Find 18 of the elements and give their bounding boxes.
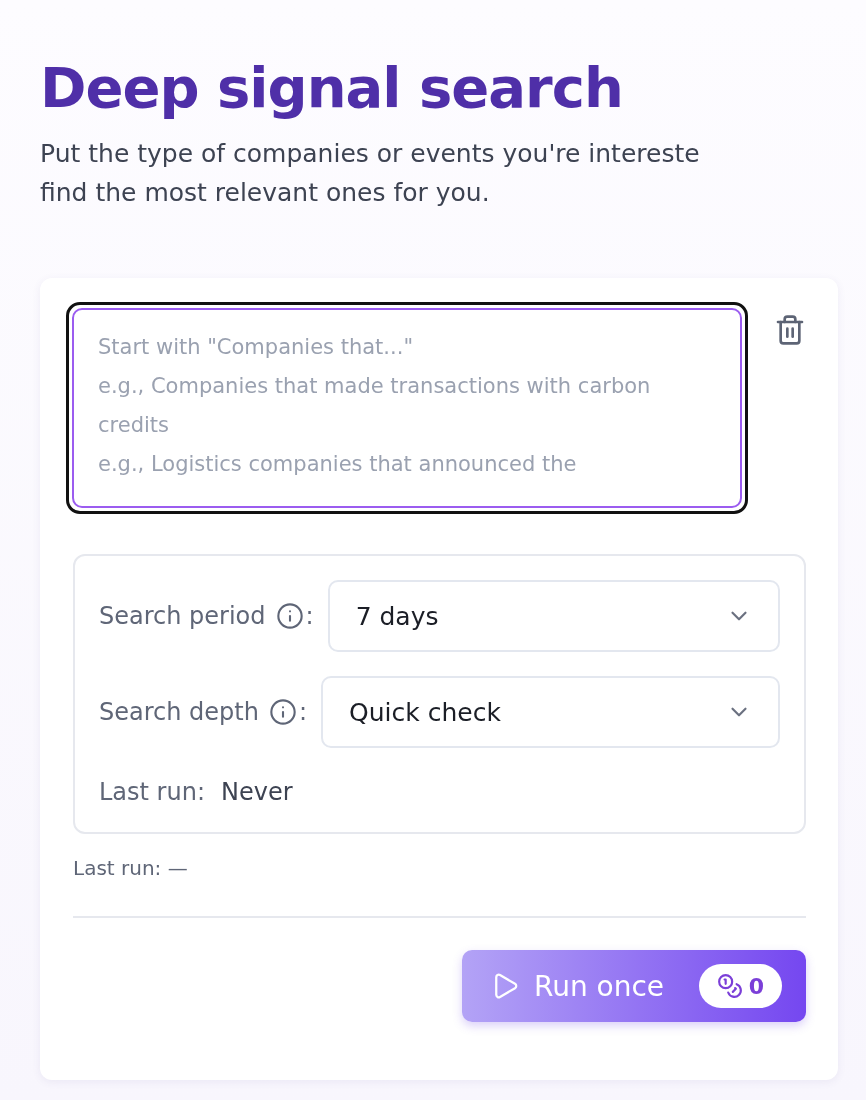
setting-label: Search depth bbox=[99, 698, 259, 726]
colon: : bbox=[298, 698, 308, 726]
credits-badge: 0 bbox=[698, 964, 782, 1008]
trash-icon[interactable] bbox=[774, 314, 806, 346]
last-run-note: Last run: — bbox=[73, 856, 189, 880]
run-once-button[interactable]: Run once 0 bbox=[462, 950, 806, 1022]
page-description: Put the type of companies or events you're intereste find the most relevant ones for you. bbox=[40, 138, 701, 209]
setting-dropdown[interactable]: 7 days bbox=[327, 580, 780, 652]
last-run-label: Last run: bbox=[99, 778, 205, 806]
coins-icon bbox=[716, 973, 743, 999]
colon: : bbox=[305, 602, 314, 630]
query-input-field[interactable]: Start with "Companies that..." e.g., Companies that made transactions with carbon credits e.g., Logistics companies that announced the bbox=[72, 308, 742, 508]
info-icon[interactable] bbox=[268, 698, 297, 726]
last-run-value: Never bbox=[221, 778, 293, 806]
setting-dropdown[interactable]: Quick check bbox=[321, 676, 780, 748]
setting-label: Search period bbox=[99, 602, 266, 630]
info-icon[interactable] bbox=[275, 602, 304, 630]
page-title: Deep signal search bbox=[40, 54, 624, 122]
